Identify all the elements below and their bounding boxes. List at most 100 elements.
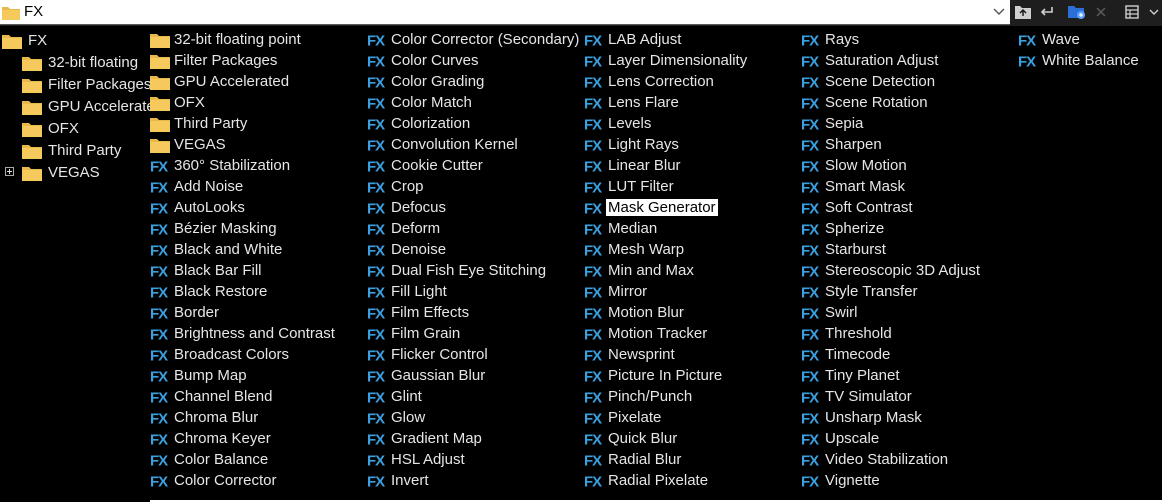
fx-item[interactable]: FX Color Curves [367, 50, 481, 71]
fx-item[interactable]: FX Smart Mask [801, 176, 907, 197]
tree-item[interactable]: Filter Packages [22, 74, 151, 95]
fx-item[interactable]: FX Slow Motion [801, 155, 909, 176]
tree-item-fx[interactable]: FX [2, 30, 47, 51]
fx-item[interactable]: FX Color Corrector (Secondary) [367, 29, 581, 50]
fx-item[interactable]: FX White Balance [1018, 50, 1141, 71]
fx-item[interactable]: FX Bézier Masking [150, 218, 279, 239]
fx-item[interactable]: FX Cookie Cutter [367, 155, 485, 176]
fx-item[interactable]: FX Film Effects [367, 302, 471, 323]
fx-item[interactable]: FX Black Bar Fill [150, 260, 264, 281]
new-folder-icon[interactable] [1067, 2, 1087, 22]
fx-item[interactable]: FX Sepia [801, 113, 865, 134]
folder-item[interactable]: OFX [150, 92, 207, 113]
fx-item[interactable]: FX Mask Generator [584, 197, 718, 218]
tree-item[interactable]: Third Party [22, 140, 121, 161]
fx-item[interactable]: FX Crop [367, 176, 426, 197]
fx-item[interactable]: FX Deform [367, 218, 442, 239]
fx-item[interactable]: FX Broadcast Colors [150, 344, 291, 365]
fx-item[interactable]: FX Black and White [150, 239, 284, 260]
fx-item[interactable]: FX 360° Stabilization [150, 155, 292, 176]
fx-item[interactable]: FX Min and Max [584, 260, 696, 281]
fx-item[interactable]: FX Black Restore [150, 281, 269, 302]
fx-item[interactable]: FX Threshold [801, 323, 894, 344]
fx-item[interactable]: FX Median [584, 218, 659, 239]
fx-item[interactable]: FX Radial Blur [584, 449, 683, 470]
tree-item[interactable]: OFX [22, 118, 79, 139]
folder-item[interactable]: GPU Accelerated [150, 71, 291, 92]
fx-item[interactable]: FX Bump Map [150, 365, 249, 386]
delete-icon[interactable] [1091, 2, 1111, 22]
fx-item[interactable]: FX Colorization [367, 113, 472, 134]
fx-item[interactable]: FX Pinch/Punch [584, 386, 694, 407]
fx-item[interactable]: FX Light Rays [584, 134, 681, 155]
fx-item[interactable]: FX LAB Adjust [584, 29, 683, 50]
fx-item[interactable]: FX Timecode [801, 344, 892, 365]
fx-item[interactable]: FX Style Transfer [801, 281, 920, 302]
fx-item[interactable]: FX LUT Filter [584, 176, 676, 197]
fx-item[interactable]: FX Saturation Adjust [801, 50, 940, 71]
fx-item[interactable]: FX Swirl [801, 302, 860, 323]
fx-item[interactable]: FX Defocus [367, 197, 448, 218]
fx-item[interactable]: FX Wave [1018, 29, 1082, 50]
fx-item[interactable]: FX Unsharp Mask [801, 407, 924, 428]
fx-item[interactable]: FX Glint [367, 386, 424, 407]
folder-item[interactable]: 32-bit floating point [150, 29, 303, 50]
fx-item[interactable]: FX Layer Dimensionality [584, 50, 749, 71]
fx-item[interactable]: FX Fill Light [367, 281, 449, 302]
fx-item[interactable]: FX Dual Fish Eye Stitching [367, 260, 548, 281]
fx-item[interactable]: FX Newsprint [584, 344, 677, 365]
fx-item[interactable]: FX Tiny Planet [801, 365, 901, 386]
fx-item[interactable]: FX Sharpen [801, 134, 884, 155]
fx-item[interactable]: FX Invert [367, 470, 431, 491]
fx-item[interactable]: FX Film Grain [367, 323, 462, 344]
chevron-down-icon[interactable] [1144, 2, 1162, 22]
back-icon[interactable] [1036, 2, 1056, 22]
fx-item[interactable]: FX Upscale [801, 428, 881, 449]
fx-item[interactable]: FX Scene Detection [801, 71, 937, 92]
tree-item[interactable]: VEGAS [5, 162, 100, 183]
fx-item[interactable]: FX Rays [801, 29, 861, 50]
folder-up-icon[interactable] [1013, 2, 1033, 22]
fx-item[interactable]: FX Mirror [584, 281, 649, 302]
fx-item[interactable]: FX Video Stabilization [801, 449, 950, 470]
fx-item[interactable]: FX Border [150, 302, 221, 323]
fx-item[interactable]: FX Starburst [801, 239, 888, 260]
fx-item[interactable]: FX Chroma Blur [150, 407, 260, 428]
fx-item[interactable]: FX Channel Blend [150, 386, 274, 407]
fx-item[interactable]: FX Denoise [367, 239, 448, 260]
fx-item[interactable]: FX Vignette [801, 470, 882, 491]
fx-item[interactable]: FX HSL Adjust [367, 449, 467, 470]
fx-item[interactable]: FX Color Grading [367, 71, 486, 92]
fx-item[interactable]: FX Spherize [801, 218, 886, 239]
fx-item[interactable]: FX TV Simulator [801, 386, 914, 407]
path-field[interactable]: FX [0, 0, 1010, 25]
fx-item[interactable]: FX Lens Correction [584, 71, 716, 92]
fx-item[interactable]: FX Quick Blur [584, 428, 679, 449]
fx-item[interactable]: FX Motion Blur [584, 302, 686, 323]
fx-item[interactable]: FX Linear Blur [584, 155, 683, 176]
fx-item[interactable]: FX Gradient Map [367, 428, 484, 449]
chevron-down-icon[interactable] [992, 4, 1006, 18]
fx-item[interactable]: FX Flicker Control [367, 344, 490, 365]
fx-item[interactable]: FX Chroma Keyer [150, 428, 273, 449]
fx-item[interactable]: FX Mesh Warp [584, 239, 686, 260]
fx-item[interactable]: FX Brightness and Contrast [150, 323, 337, 344]
fx-item[interactable]: FX Scene Rotation [801, 92, 930, 113]
folder-item[interactable]: Filter Packages [150, 50, 279, 71]
folder-item[interactable]: Third Party [150, 113, 249, 134]
fx-item[interactable]: FX Radial Pixelate [584, 470, 710, 491]
tree-item[interactable]: GPU Accelerate [22, 96, 155, 117]
fx-item[interactable]: FX Soft Contrast [801, 197, 915, 218]
fx-item[interactable]: FX Add Noise [150, 176, 245, 197]
fx-item[interactable]: FX Pixelate [584, 407, 663, 428]
fx-item[interactable]: FX Picture In Picture [584, 365, 724, 386]
fx-item[interactable]: FX Stereoscopic 3D Adjust [801, 260, 982, 281]
fx-item[interactable]: FX Gaussian Blur [367, 365, 487, 386]
fx-item[interactable]: FX Lens Flare [584, 92, 681, 113]
fx-item[interactable]: FX Levels [584, 113, 653, 134]
fx-item[interactable]: FX Color Corrector [150, 470, 279, 491]
fx-item[interactable]: FX Color Match [367, 92, 474, 113]
fx-item[interactable]: FX Motion Tracker [584, 323, 709, 344]
view-mode-icon[interactable] [1122, 2, 1142, 22]
fx-item[interactable]: FX Color Balance [150, 449, 270, 470]
